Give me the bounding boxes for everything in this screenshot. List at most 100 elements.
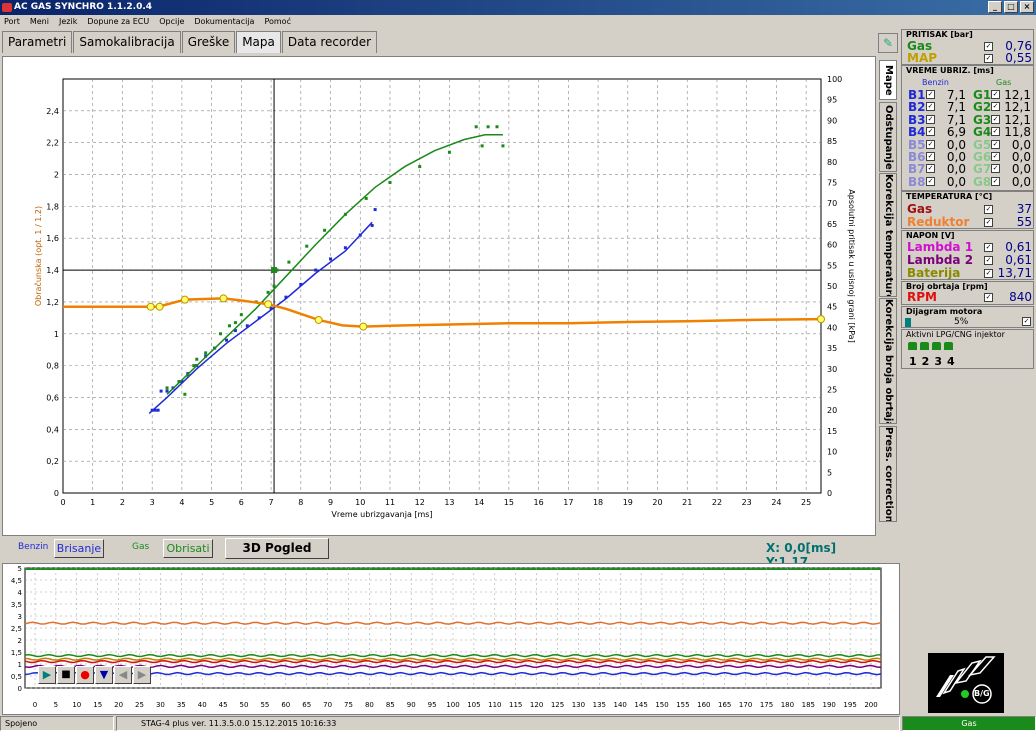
injector-1-icon [908, 342, 917, 350]
injection-gas-2: G2 ✓ 12,1 [973, 101, 1033, 113]
injection-gas-8-label: G8 [973, 174, 992, 189]
data-point-benzin [150, 408, 154, 412]
recorder-y-tick: 2,5 [11, 625, 22, 633]
x-tick-label: 13 [444, 498, 454, 507]
minimize-button[interactable]: _ [988, 1, 1002, 13]
menu-port[interactable]: Port [4, 15, 20, 29]
play-icon[interactable]: ▶ [38, 666, 56, 684]
vtab-korekcija-temperature[interactable]: Korekcija temperature [879, 173, 897, 297]
recorder-x-tick: 80 [365, 701, 374, 709]
data-point-gas [266, 290, 270, 294]
recorder-x-tick: 185 [802, 701, 815, 709]
record-icon[interactable]: ● [76, 666, 94, 684]
injection-gas-1: G1 ✓ 12,1 [973, 89, 1033, 101]
injection-gas-2-checkbox[interactable]: ✓ [991, 102, 1000, 112]
rpm-checkbox[interactable]: ✓ [984, 293, 993, 302]
injection-gas-3-checkbox[interactable]: ✓ [991, 114, 1000, 124]
tab-mapa[interactable]: Mapa [236, 31, 281, 53]
forward-icon[interactable]: ▶ [133, 666, 151, 684]
injection-gas-6: G6 ✓ 0,0 [973, 151, 1033, 163]
x-tick-label: 11 [385, 498, 395, 507]
lambda1-checkbox[interactable]: ✓ [984, 243, 993, 252]
recorder-y-tick: 0 [18, 685, 22, 693]
menu-pomoc[interactable]: Pomoć [264, 15, 291, 29]
injection-benzin-7-value: 0,0 [946, 162, 966, 177]
injection-benzin-1-checkbox[interactable]: ✓ [926, 90, 935, 99]
menu-dopune[interactable]: Dopune za ECU [87, 15, 149, 29]
voltage-group: NAPON [V] Lambda 1 ✓ 0,61 Lambda 2 ✓ 0,6… [901, 230, 1034, 280]
y-tick-label: 0,2 [46, 457, 59, 466]
view-3d-button[interactable]: 3D Pogled [225, 538, 329, 559]
erase-benzin-button[interactable]: Brisanje [54, 539, 104, 558]
tab-parametri[interactable]: Parametri [2, 31, 73, 53]
injection-benzin-6-checkbox[interactable]: ✓ [926, 152, 935, 161]
injection-gas-7: G7 ✓ 0,0 [973, 163, 1033, 175]
data-point-gas [272, 284, 276, 288]
data-point-gas [418, 165, 422, 169]
stop-icon[interactable]: ■ [57, 666, 75, 684]
pressure-group: PRITISAK [bar] Gas ✓ 0,76 MAP ✓ 0,55 [901, 29, 1034, 65]
engine-diagram-checkbox[interactable]: ✓ [1022, 317, 1031, 326]
lambda2-checkbox[interactable]: ✓ [984, 256, 993, 265]
injection-gas-8-checkbox[interactable]: ✓ [991, 176, 1000, 186]
injection-title: VREME UBRIZ. [ms] [906, 66, 994, 75]
tab-greske[interactable]: Greške [181, 31, 236, 53]
injection-gas-7-checkbox[interactable]: ✓ [991, 164, 1000, 174]
y2-tick-label: 70 [827, 199, 837, 208]
recorder-y-tick: 0,5 [11, 673, 22, 681]
back-icon[interactable]: ◀ [114, 666, 132, 684]
injection-benzin-5-value: 0,0 [946, 137, 966, 152]
injection-benzin-8-checkbox[interactable]: ✓ [926, 176, 935, 186]
recorder-y-tick: 3 [18, 613, 22, 621]
injection-benzin-header: Benzin [922, 78, 949, 87]
temp-gas-checkbox[interactable]: ✓ [984, 205, 993, 214]
data-point-benzin [370, 223, 374, 227]
recorder-x-tick: 115 [509, 701, 522, 709]
y-tick-label: 1,8 [46, 202, 59, 211]
injector-4-label: 4 [946, 355, 955, 368]
menu-jezik[interactable]: Jezik [59, 15, 77, 29]
status-connection: Spojeno [0, 716, 114, 731]
injection-benzin-5-checkbox[interactable]: ✓ [926, 139, 935, 149]
recorder-x-tick: 10 [72, 701, 81, 709]
injection-gas-1-checkbox[interactable]: ✓ [991, 90, 1000, 99]
battery-checkbox[interactable]: ✓ [984, 269, 993, 278]
temp-reduktor-checkbox[interactable]: ✓ [984, 218, 993, 227]
menu-meni[interactable]: Meni [30, 15, 49, 29]
menu-dokumentacija[interactable]: Dokumentacija [194, 15, 254, 29]
menu-opcije[interactable]: Opcije [159, 15, 184, 29]
recorder-y-tick: 5 [18, 565, 22, 573]
y-tick-label: 2 [54, 171, 59, 180]
vtab-korekcija-broja-obrtaja[interactable]: Korekcija broja obrtaja [879, 298, 897, 424]
injection-gas-6-checkbox[interactable]: ✓ [991, 152, 1000, 161]
injection-gas-4-checkbox[interactable]: ✓ [991, 127, 1000, 137]
injection-benzin-7-label: B7 [908, 162, 926, 177]
x-tick-label: 2 [120, 498, 125, 507]
active-injectors-group: Aktivni LPG/CNG injektor 1 2 3 4 [901, 329, 1034, 369]
map-knot-point [146, 302, 155, 311]
injection-benzin-7: B7 ✓ 0,0 [908, 163, 968, 175]
vtab-mape[interactable]: Mape [879, 60, 897, 100]
clear-gas-button[interactable]: Obrisati [163, 539, 213, 558]
close-button[interactable]: × [1020, 1, 1034, 13]
vtab-press-correction[interactable]: Press. correction [879, 426, 897, 522]
vtab-odstupanje[interactable]: Odstupanje [879, 102, 897, 172]
injection-gas-4: G4 ✓ 11,8 [973, 126, 1033, 138]
tab-data-recorder[interactable]: Data recorder [281, 31, 378, 53]
injection-benzin-4-checkbox[interactable]: ✓ [926, 127, 935, 137]
injection-benzin-2-checkbox[interactable]: ✓ [926, 102, 935, 112]
injection-gas-5: G5 ✓ 0,0 [973, 139, 1033, 151]
pressure-map-checkbox[interactable]: ✓ [984, 54, 993, 63]
injection-gas-5-checkbox[interactable]: ✓ [991, 139, 1000, 149]
map-chart[interactable]: 0 1 2 3 4 5 6 7 8 9 10 11 12 13 14 15 16 17 18 19 20 21 22 23 24… [3, 57, 875, 535]
recorder-x-tick: 145 [634, 701, 647, 709]
injection-benzin-3-checkbox[interactable]: ✓ [926, 114, 935, 124]
tab-samokalibracija[interactable]: Samokalibracija [73, 31, 181, 53]
down-icon[interactable]: ▼ [95, 666, 113, 684]
recorder-x-tick: 105 [467, 701, 480, 709]
pencil-icon[interactable]: ✎ [878, 33, 898, 53]
injection-benzin-7-checkbox[interactable]: ✓ [926, 164, 935, 174]
pressure-gas-checkbox[interactable]: ✓ [984, 42, 993, 51]
rpm-group: Broj obrtaja [rpm] RPM ✓ 840 [901, 281, 1034, 305]
maximize-button[interactable]: □ [1004, 1, 1018, 13]
